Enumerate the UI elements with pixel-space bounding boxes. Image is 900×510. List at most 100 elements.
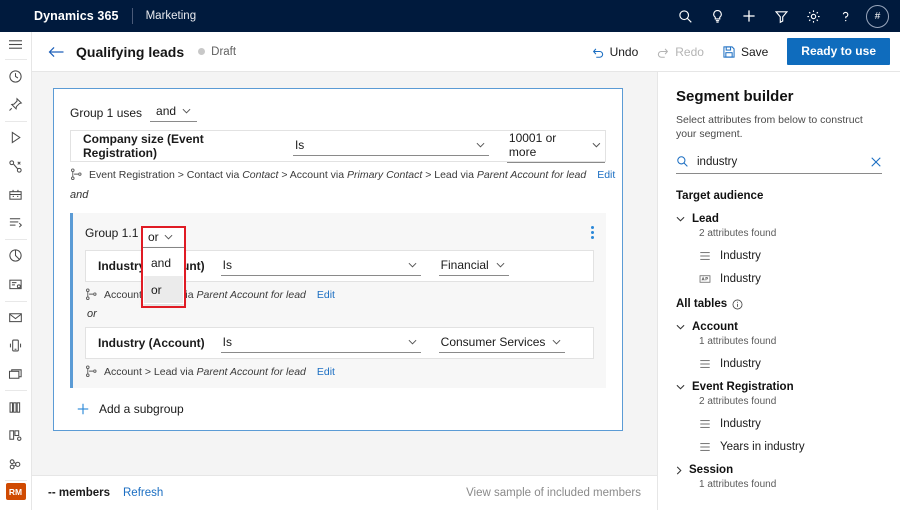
view-sample-link[interactable]: View sample of included members (466, 487, 641, 499)
rule-value-select[interactable]: Consumer Services (439, 334, 566, 353)
email-icon[interactable] (0, 303, 32, 331)
redo-label: Redo (675, 45, 704, 59)
all-tables-heading: All tables (676, 298, 882, 310)
attribute-item-evtreg-years[interactable]: Years in industry (699, 441, 882, 453)
filter-icon[interactable] (765, 0, 797, 32)
rule-operator-select[interactable]: Is (221, 257, 421, 276)
rail-divider (5, 121, 27, 122)
members-count-label: -- members (48, 487, 110, 499)
chevron-down-icon (496, 262, 505, 268)
rule-value: Consumer Services (441, 335, 546, 349)
rule-attribute-label: Industry (Account) (98, 336, 205, 350)
segments-icon[interactable] (0, 450, 32, 478)
tree-node-session[interactable]: Session (676, 464, 882, 476)
dropdown-option-and[interactable]: and (144, 249, 183, 276)
close-icon[interactable] (870, 156, 882, 168)
templates-icon[interactable] (0, 422, 32, 450)
back-arrow-icon[interactable] (42, 38, 70, 66)
search-input[interactable] (697, 156, 862, 168)
page-icon[interactable] (0, 360, 32, 388)
chevron-down-icon (592, 142, 601, 148)
target-audience-heading: Target audience (676, 190, 882, 202)
rule-operator-select[interactable]: Is (221, 334, 421, 353)
rule-path-line: Account > Lead via Parent Account for le… (73, 359, 606, 378)
rule-path-edit-link[interactable]: Edit (317, 366, 335, 378)
target-audience-label: Target audience (676, 190, 763, 202)
top-navigation-bar: Dynamics 365 Marketing # (0, 0, 900, 32)
analytics-icon[interactable] (0, 242, 32, 270)
refresh-link[interactable]: Refresh (123, 487, 163, 499)
rule-path-edit-link[interactable]: Edit (597, 169, 615, 181)
rule-operator-value: Is (223, 335, 232, 349)
chevron-down-icon (408, 339, 417, 345)
rule-operator-value: Is (295, 138, 304, 152)
redo-icon (656, 45, 670, 59)
attribute-item-lead-industry-1[interactable]: Industry (699, 250, 882, 262)
rule-value-select[interactable]: Financial (439, 257, 509, 276)
plus-icon[interactable] (733, 0, 765, 32)
ready-to-use-button[interactable]: Ready to use (787, 38, 890, 65)
attribute-item-lead-industry-2[interactable]: Industry (699, 273, 882, 285)
tree-node-account[interactable]: Account (676, 321, 882, 333)
recent-icon[interactable] (0, 62, 32, 90)
chevron-down-icon (676, 384, 685, 390)
help-icon[interactable] (829, 0, 861, 32)
tree-node-count: 1 attributes found (699, 336, 882, 347)
save-button[interactable]: Save (713, 41, 777, 63)
attribute-label: Industry (720, 273, 761, 285)
add-subgroup-button[interactable]: Add a subgroup (54, 388, 622, 430)
rule-operator-select[interactable]: Is (293, 137, 489, 156)
attribute-label: Industry (720, 418, 761, 430)
relationship-path-icon (85, 288, 98, 301)
info-icon[interactable] (732, 299, 743, 310)
lead-scoring-icon[interactable] (0, 209, 32, 237)
search-icon[interactable] (669, 0, 701, 32)
tree-node-event-registration[interactable]: Event Registration (676, 381, 882, 393)
play-icon[interactable] (0, 123, 32, 151)
pin-icon[interactable] (0, 90, 32, 118)
library-icon[interactable] (0, 393, 32, 421)
mobile-icon[interactable] (0, 332, 32, 360)
event-icon[interactable] (0, 180, 32, 208)
attribute-item-evtreg-industry[interactable]: Industry (699, 418, 882, 430)
group-1-container: Group 1 uses and Company size (Event Reg… (53, 88, 623, 431)
lightbulb-icon[interactable] (701, 0, 733, 32)
plus-icon (76, 402, 90, 416)
rail-user-avatar[interactable]: RM (6, 483, 26, 500)
rail-divider (5, 301, 27, 302)
form-icon[interactable] (0, 270, 32, 298)
group-1-label: Group 1 uses (70, 106, 142, 120)
group-1-1-more-options-icon[interactable] (591, 226, 594, 239)
tree-node-count: 1 attributes found (699, 479, 882, 490)
chevron-down-icon (476, 142, 485, 148)
redo-button[interactable]: Redo (647, 41, 713, 63)
chevron-down-icon (676, 216, 685, 222)
group-1-operator-select[interactable]: and (150, 103, 197, 122)
bottom-status-bar: -- members Refresh View sample of includ… (32, 475, 657, 510)
dropdown-option-or[interactable]: or (144, 276, 183, 303)
panel-title: Segment builder (676, 88, 882, 105)
undo-icon (591, 45, 605, 59)
hamburger-icon[interactable] (0, 32, 32, 57)
avatar-label: # (875, 11, 881, 22)
group-1-1-operator-trigger[interactable]: or (143, 228, 184, 248)
user-avatar[interactable]: # (866, 5, 889, 28)
group-1-conjunction: and (54, 181, 622, 209)
tree-node-lead[interactable]: Lead (676, 213, 882, 225)
gear-icon[interactable] (797, 0, 829, 32)
attribute-search-box[interactable] (676, 155, 882, 174)
search-icon (676, 155, 689, 168)
top-nav-actions: # (669, 0, 900, 32)
optionset-icon (699, 250, 711, 262)
attribute-label: Industry (720, 250, 761, 262)
tree-node-label: Account (692, 321, 738, 333)
status-dot-icon (198, 48, 205, 55)
rule-value-select[interactable]: 10001 or more (507, 130, 605, 163)
chevron-down-icon (164, 234, 173, 240)
tree-node-label: Event Registration (692, 381, 794, 393)
customer-journey-icon[interactable] (0, 152, 32, 180)
rule-path-edit-link[interactable]: Edit (317, 289, 335, 301)
undo-button[interactable]: Undo (582, 41, 648, 63)
attribute-label: Industry (720, 358, 761, 370)
attribute-item-account-industry[interactable]: Industry (699, 358, 882, 370)
